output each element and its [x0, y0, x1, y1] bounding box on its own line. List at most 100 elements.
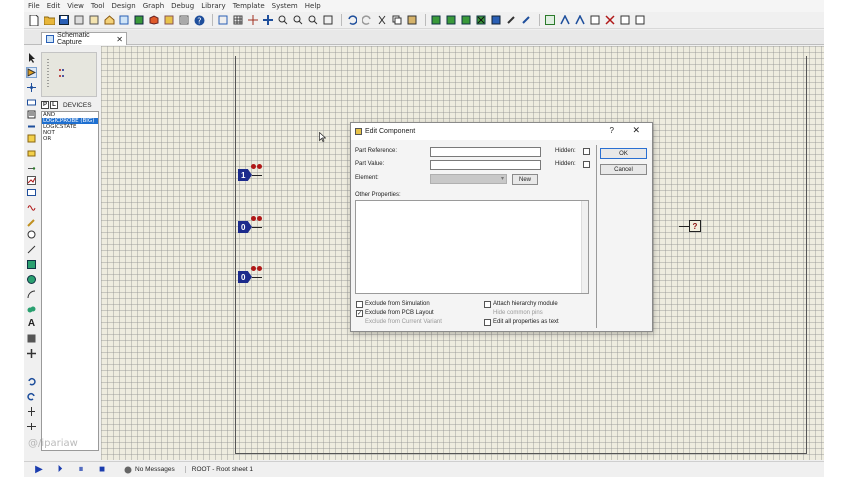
- copy-icon[interactable]: [391, 14, 403, 26]
- menu-graph[interactable]: Graph: [143, 2, 164, 10]
- import-icon[interactable]: [73, 14, 85, 26]
- help-icon[interactable]: ?: [193, 14, 205, 26]
- part-reference-hidden-checkbox[interactable]: [583, 148, 590, 155]
- new-element-button[interactable]: New: [512, 174, 538, 185]
- close-icon[interactable]: ✕: [632, 125, 640, 136]
- generator-icon[interactable]: [26, 202, 37, 213]
- zoom-area-icon[interactable]: [322, 14, 334, 26]
- element-select[interactable]: ▾: [430, 174, 507, 184]
- open-folder-icon[interactable]: [43, 14, 55, 26]
- pick-device-icon[interactable]: [490, 14, 502, 26]
- save-icon[interactable]: [58, 14, 70, 26]
- stop-icon[interactable]: ■: [95, 464, 109, 476]
- logic-probe[interactable]: 1: [238, 169, 252, 181]
- block-delete-icon[interactable]: [475, 14, 487, 26]
- cancel-button[interactable]: Cancel: [600, 164, 647, 175]
- menu-help[interactable]: Help: [305, 2, 321, 10]
- attach-hierarchy-checkbox[interactable]: [484, 301, 491, 308]
- circle-tool-icon[interactable]: [26, 274, 37, 285]
- subcircuit-icon[interactable]: [26, 133, 37, 144]
- path-tool-icon[interactable]: [26, 304, 37, 315]
- 3d-view-icon[interactable]: [148, 14, 160, 26]
- rotate-anticlockwise-icon[interactable]: [26, 391, 37, 402]
- menu-design[interactable]: Design: [112, 2, 136, 10]
- packaging-tool-icon[interactable]: [520, 14, 532, 26]
- other-properties-textarea[interactable]: [355, 200, 589, 294]
- list-item[interactable]: OR: [42, 136, 98, 142]
- block-rotate-icon[interactable]: [460, 14, 472, 26]
- exclude-pcb-checkbox[interactable]: ✓: [356, 310, 363, 317]
- pick-devices-button[interactable]: P: [41, 101, 49, 109]
- edit-as-text-checkbox[interactable]: [484, 319, 491, 326]
- undo-icon[interactable]: [346, 14, 358, 26]
- selection-mode-icon[interactable]: [26, 52, 37, 63]
- schematic-icon[interactable]: [118, 14, 130, 26]
- voltage-probe-icon[interactable]: [26, 217, 37, 228]
- line-tool-icon[interactable]: [26, 244, 37, 255]
- zoom-out-icon[interactable]: [292, 14, 304, 26]
- wire-label-icon[interactable]: [26, 97, 37, 108]
- origin-icon[interactable]: [247, 14, 259, 26]
- wire-autorouter-icon[interactable]: [544, 14, 556, 26]
- part-value-input[interactable]: [430, 160, 541, 170]
- menu-system[interactable]: System: [272, 2, 298, 10]
- part-value-hidden-checkbox[interactable]: [583, 161, 590, 168]
- mirror-y-icon[interactable]: [26, 421, 37, 432]
- close-icon[interactable]: ✕: [116, 35, 123, 44]
- block-copy-icon[interactable]: [430, 14, 442, 26]
- menu-debug[interactable]: Debug: [171, 2, 194, 10]
- refresh-icon[interactable]: [217, 14, 229, 26]
- search-tag-icon[interactable]: [559, 14, 571, 26]
- properties-scrollbar[interactable]: [581, 201, 588, 293]
- menu-template[interactable]: Template: [233, 2, 265, 10]
- redo-icon[interactable]: [361, 14, 373, 26]
- text-script-icon[interactable]: [26, 109, 37, 120]
- device-pins-icon[interactable]: [26, 163, 37, 174]
- rotate-clockwise-icon[interactable]: [26, 376, 37, 387]
- play-icon[interactable]: ▶: [32, 464, 46, 476]
- new-file-icon[interactable]: [28, 14, 40, 26]
- mirror-x-icon[interactable]: [26, 406, 37, 417]
- message-indicator[interactable]: No Messages: [124, 466, 175, 474]
- make-device-icon[interactable]: [505, 14, 517, 26]
- overview-preview[interactable]: [41, 52, 97, 97]
- logic-probe-unknown[interactable]: ?: [689, 220, 701, 232]
- pcb-icon[interactable]: [133, 14, 145, 26]
- property-assign-icon[interactable]: [574, 14, 586, 26]
- gerber-icon[interactable]: [163, 14, 175, 26]
- remove-sheet-icon[interactable]: [604, 14, 616, 26]
- zoom-all-icon[interactable]: [307, 14, 319, 26]
- design-explorer-icon[interactable]: [634, 14, 646, 26]
- step-icon[interactable]: ⏵: [53, 464, 67, 476]
- ok-button[interactable]: OK: [600, 148, 647, 159]
- component-mode-icon[interactable]: [26, 67, 37, 78]
- new-sheet-icon[interactable]: [589, 14, 601, 26]
- home-icon[interactable]: [103, 14, 115, 26]
- menu-file[interactable]: File: [28, 2, 40, 10]
- junction-dot-icon[interactable]: [26, 82, 37, 93]
- netlist-icon[interactable]: [619, 14, 631, 26]
- export-icon[interactable]: [88, 14, 100, 26]
- buses-icon[interactable]: [26, 121, 37, 132]
- tab-schematic-capture[interactable]: Schematic Capture ✕: [41, 32, 127, 46]
- grid-toggle-icon[interactable]: [232, 14, 244, 26]
- box-tool-icon[interactable]: [26, 259, 37, 270]
- logic-probe[interactable]: 0: [238, 271, 252, 283]
- part-reference-input[interactable]: [430, 147, 541, 157]
- cut-icon[interactable]: [376, 14, 388, 26]
- pan-icon[interactable]: [262, 14, 274, 26]
- library-manager-button[interactable]: L: [50, 101, 58, 109]
- menu-edit[interactable]: Edit: [47, 2, 61, 10]
- menu-library[interactable]: Library: [201, 2, 225, 10]
- text-tool-icon[interactable]: A: [26, 318, 37, 329]
- menu-view[interactable]: View: [67, 2, 84, 10]
- zoom-in-icon[interactable]: [277, 14, 289, 26]
- logic-probe[interactable]: 0: [238, 221, 252, 233]
- symbol-tool-icon[interactable]: [26, 333, 37, 344]
- bom-icon[interactable]: [178, 14, 190, 26]
- help-icon[interactable]: ?: [610, 126, 614, 135]
- marker-tool-icon[interactable]: [26, 348, 37, 359]
- pause-icon[interactable]: ⏸: [74, 464, 88, 476]
- terminals-icon[interactable]: [26, 148, 37, 159]
- virtual-instruments-icon[interactable]: [26, 229, 37, 240]
